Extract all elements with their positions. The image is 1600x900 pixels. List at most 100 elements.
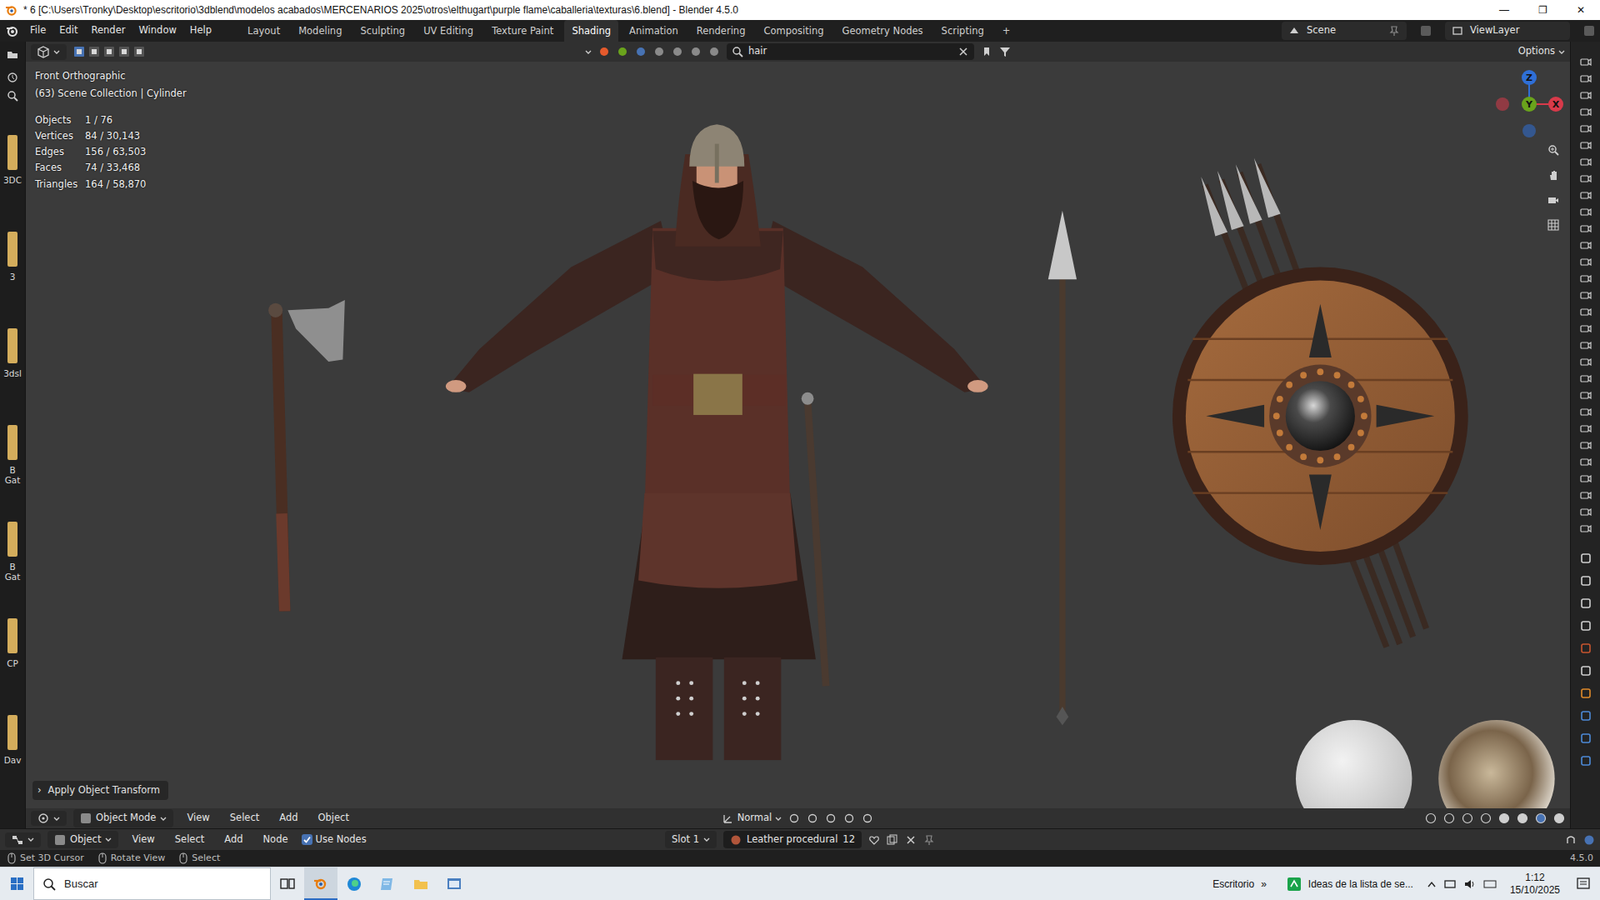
outliner-row[interactable] xyxy=(1580,486,1592,504)
snap-icon[interactable] xyxy=(1565,834,1577,846)
axis-handle[interactable] xyxy=(1521,96,1537,112)
fake-user-icon[interactable] xyxy=(868,834,880,846)
window-control-button[interactable]: ❐ xyxy=(1523,0,1562,20)
outliner-row[interactable] xyxy=(1580,303,1592,320)
file-item[interactable]: BGat xyxy=(0,425,26,522)
folder-icon[interactable] xyxy=(6,48,19,60)
options-dropdown[interactable]: Options xyxy=(1518,44,1565,59)
scene-render[interactable] xyxy=(25,61,1570,809)
window-control-button[interactable]: ✕ xyxy=(1561,0,1600,20)
workspace-tab[interactable]: UV Editing xyxy=(415,20,481,42)
outliner-row[interactable] xyxy=(1580,420,1592,437)
rendered-shading-icon[interactable] xyxy=(1553,812,1565,825)
outliner-row[interactable] xyxy=(1580,53,1592,70)
outliner-row[interactable] xyxy=(1580,86,1592,104)
outliner-row[interactable] xyxy=(1580,153,1592,170)
menu-item[interactable]: Select xyxy=(223,808,266,828)
scene-selector[interactable]: Scene xyxy=(1281,21,1407,40)
unlink-icon[interactable] xyxy=(905,834,917,846)
outliner-row[interactable] xyxy=(1580,436,1592,454)
outliner-row[interactable] xyxy=(1580,286,1592,304)
filter-toggle-icon[interactable] xyxy=(690,45,702,58)
taskbar-app-button[interactable] xyxy=(437,867,471,900)
nav-button[interactable] xyxy=(1542,164,1565,186)
properties-tab[interactable] xyxy=(1580,591,1592,615)
taskbar-search-input[interactable] xyxy=(62,875,262,894)
navigation-gizmo[interactable]: ZYX xyxy=(1494,69,1565,140)
caret-icon[interactable] xyxy=(585,49,592,55)
solid-shading-icon[interactable] xyxy=(1516,812,1529,825)
filter-toggle-icon[interactable] xyxy=(635,45,647,58)
new-layer-icon[interactable] xyxy=(1583,25,1595,37)
clock-time[interactable]: 1:12 xyxy=(1510,871,1560,885)
properties-tab[interactable] xyxy=(1580,704,1592,727)
editor-type-button[interactable] xyxy=(30,44,67,60)
overlay-toggle-icon[interactable] xyxy=(1461,812,1474,825)
file-item[interactable]: CP xyxy=(0,618,26,715)
taskbar-app-button[interactable] xyxy=(270,867,305,900)
volume-icon[interactable] xyxy=(1463,877,1477,891)
mode-label[interactable]: Object Mode xyxy=(95,810,156,825)
outliner-row[interactable] xyxy=(1580,520,1592,537)
outliner-row[interactable] xyxy=(1580,136,1592,154)
select-mode-icon[interactable] xyxy=(88,45,100,58)
outliner-row[interactable] xyxy=(1580,503,1592,520)
orientation-dropdown[interactable]: Normal xyxy=(722,810,783,825)
outliner-row[interactable] xyxy=(1580,453,1592,470)
wireframe-shading-icon[interactable] xyxy=(1498,812,1510,825)
select-mode-icon[interactable] xyxy=(73,45,85,58)
axis-handle[interactable] xyxy=(1521,70,1537,85)
snap-icon[interactable] xyxy=(806,812,819,825)
nav-button[interactable] xyxy=(1542,214,1565,236)
clock[interactable]: 1:1215/10/2025 xyxy=(1503,871,1567,897)
outliner-row[interactable] xyxy=(1580,203,1592,220)
properties-tab[interactable] xyxy=(1580,726,1592,750)
file-item[interactable]: BGat xyxy=(0,521,26,619)
menu-item[interactable]: Object xyxy=(311,808,356,828)
filter-toggle-icon[interactable] xyxy=(616,45,629,58)
outliner-row[interactable] xyxy=(1580,70,1592,87)
xray-icon[interactable] xyxy=(1480,812,1492,825)
editor-type-button[interactable] xyxy=(5,832,41,848)
properties-tab[interactable] xyxy=(1580,614,1592,637)
outliner-row[interactable] xyxy=(1580,120,1592,137)
negative-z-handle[interactable] xyxy=(1522,124,1536,138)
editor-type-button[interactable] xyxy=(30,810,67,826)
filter-toggle-icon[interactable] xyxy=(598,45,610,58)
workspace-tab[interactable]: Geometry Nodes xyxy=(835,20,931,42)
shield-model[interactable] xyxy=(1172,158,1469,648)
workspace-tab[interactable]: Scripting xyxy=(934,20,992,42)
material-field[interactable]: Leather procedural12 xyxy=(723,830,862,849)
menu-item[interactable]: Add xyxy=(272,808,305,828)
gizmo-toggle-icon[interactable] xyxy=(1443,812,1455,825)
axis-handle[interactable] xyxy=(1548,96,1564,112)
negative-x-handle[interactable] xyxy=(1495,97,1510,111)
workspace-tab[interactable]: Sculpting xyxy=(352,20,413,42)
properties-tab[interactable] xyxy=(1580,681,1592,705)
keyboard-icon[interactable] xyxy=(1483,877,1497,891)
material-shading-icon[interactable] xyxy=(1535,812,1547,825)
bookmark-icon[interactable] xyxy=(980,45,993,58)
new-scene-icon[interactable] xyxy=(1420,25,1432,37)
outliner-row[interactable] xyxy=(1580,320,1592,337)
filter-toggle-icon[interactable] xyxy=(653,45,665,58)
shader-type-label[interactable]: Object xyxy=(70,832,101,847)
news-text[interactable]: Ideas de la lista de se... xyxy=(1308,876,1414,892)
outliner-row[interactable] xyxy=(1580,103,1592,120)
nav-button[interactable] xyxy=(1542,139,1565,161)
taskbar-app-button[interactable] xyxy=(370,867,405,900)
menu-item[interactable]: Render xyxy=(85,20,133,40)
menu-item[interactable]: View xyxy=(125,830,161,850)
workspace-tab[interactable]: + xyxy=(995,20,1019,42)
falloff-icon[interactable] xyxy=(861,812,874,825)
search-input[interactable] xyxy=(748,44,953,59)
outliner-row[interactable] xyxy=(1580,353,1592,370)
outliner-row[interactable] xyxy=(1580,386,1592,404)
news-widget[interactable]: Ideas de la lista de se... xyxy=(1280,876,1420,892)
taskbar-app-button[interactable] xyxy=(337,867,371,900)
menu-item[interactable]: View xyxy=(180,808,216,828)
view-layer-name[interactable]: ViewLayer xyxy=(1470,23,1520,38)
properties-tab[interactable] xyxy=(1580,749,1592,772)
pin-icon[interactable] xyxy=(1388,25,1400,37)
blender-menu-icon[interactable] xyxy=(5,23,20,39)
